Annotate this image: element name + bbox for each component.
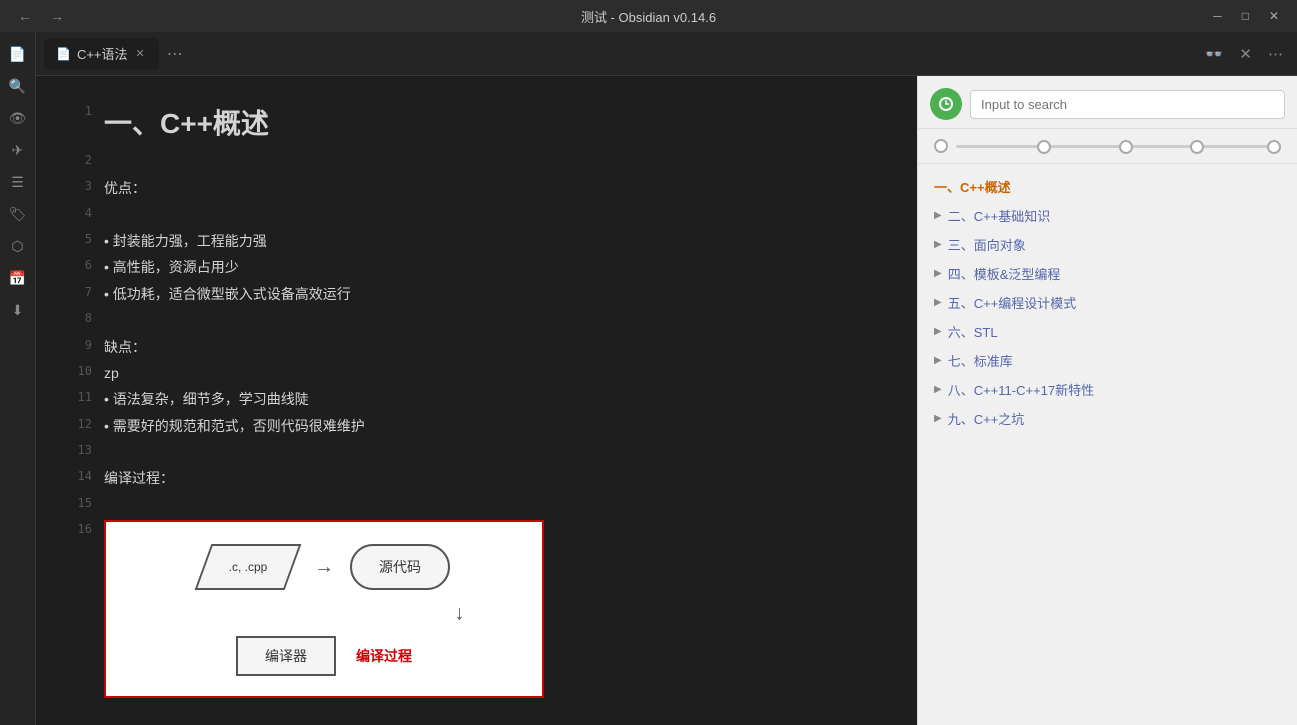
outline-label-6: 七、标准库 — [948, 351, 1281, 370]
nav-forward[interactable]: → — [44, 6, 70, 26]
slider-thumb-start[interactable] — [934, 139, 948, 153]
window-title: 测试 - Obsidian v0.14.6 — [581, 7, 716, 26]
outline-label-3: 四、模板&泛型编程 — [948, 264, 1281, 283]
minimize-btn[interactable]: ─ — [1207, 7, 1228, 25]
line-2: 2 — [76, 149, 877, 175]
editor[interactable]: 1 一、C++概述 2 3 优点： 4 — [36, 76, 917, 725]
outline-arrow-4: ▶ — [934, 297, 942, 308]
tab-bar: 📄 C++语法 ✕ ⋯ 👓 ✕ ⋯ — [36, 32, 1297, 76]
line-1: 1 一、C++概述 — [76, 100, 877, 149]
compile-label: 编译过程： — [104, 465, 877, 491]
search-bar — [918, 76, 1297, 129]
bullet-1: • 封装能力强，工程能力强 — [104, 228, 877, 254]
flowchart-input-label: .c, .cpp — [229, 558, 268, 577]
sidebar-icon-download[interactable]: ⬇ — [4, 296, 32, 324]
tab-more-btn[interactable]: ⋯ — [167, 44, 183, 64]
nav-back[interactable]: ← — [12, 6, 38, 26]
line-12: 12 • 需要好的规范和范式，否则代码很难维护 — [76, 413, 877, 439]
close-btn[interactable]: ✕ — [1263, 7, 1285, 25]
outline-item-7[interactable]: ▶ 八、C++11-C++17新特性 — [918, 375, 1297, 404]
reading-mode-btn[interactable]: 👓 — [1199, 41, 1230, 67]
slider-thumb-4[interactable] — [1190, 140, 1204, 154]
right-panel: › — [917, 76, 1297, 725]
more-options-btn[interactable]: ⋯ — [1262, 41, 1289, 67]
outline-list: 一、C++概述 ▶ 二、C++基础知识 ▶ 三、面向对象 ▶ — [918, 164, 1297, 725]
line-15: 15 — [76, 492, 877, 518]
slider-track[interactable] — [956, 145, 1281, 148]
outline-arrow-8: ▶ — [934, 413, 942, 424]
pros-label: 优点： — [104, 175, 877, 201]
line-9: 9 缺点： — [76, 334, 877, 360]
tab-label: C++语法 — [77, 44, 128, 63]
line-numbers: 1 一、C++概述 2 3 优点： 4 — [76, 100, 877, 700]
sidebar-icon-calendar[interactable]: 📅 — [4, 264, 32, 292]
outline-arrow-1: ▶ — [934, 210, 942, 221]
outline-label-1: 二、C++基础知识 — [948, 206, 1281, 225]
line-13: 13 — [76, 439, 877, 465]
outline-label-7: 八、C++11-C++17新特性 — [948, 380, 1281, 399]
sidebar-icon-file[interactable]: 📄 — [4, 40, 32, 68]
sidebar-icon-eye[interactable]: 👁 — [4, 104, 32, 132]
outline-item-2[interactable]: ▶ 三、面向对象 — [918, 230, 1297, 259]
sidebar-icon-search[interactable]: 🔍 — [4, 72, 32, 100]
tab-file-icon: 📄 — [56, 47, 71, 61]
cons-label: 缺点： — [104, 334, 877, 360]
flowchart-compiler: 编译器 — [236, 636, 336, 676]
outline-item-6[interactable]: ▶ 七、标准库 — [918, 346, 1297, 375]
outline-arrow-2: ▶ — [934, 239, 942, 250]
flow-arrow-1: → — [314, 551, 334, 583]
outline-item-0[interactable]: 一、C++概述 — [918, 172, 1297, 201]
titlebar: ← → 测试 - Obsidian v0.14.6 ─ □ ✕ — [0, 0, 1297, 32]
line-3: 3 优点： — [76, 175, 877, 201]
outline-item-8[interactable]: ▶ 九、C++之坑 — [918, 404, 1297, 433]
slider-container — [918, 129, 1297, 164]
outline-label-5: 六、STL — [948, 322, 1281, 341]
line-8: 8 — [76, 307, 877, 333]
search-refresh-btn[interactable] — [930, 88, 962, 120]
close-panel-btn[interactable]: ✕ — [1233, 41, 1258, 67]
outline-arrow-7: ▶ — [934, 384, 942, 395]
slider-thumb-3[interactable] — [1119, 140, 1133, 154]
slider-thumb-end[interactable] — [1267, 140, 1281, 154]
outline-label-8: 九、C++之坑 — [948, 409, 1281, 428]
outline-item-5[interactable]: ▶ 六、STL — [918, 317, 1297, 346]
bullet-5: • 需要好的规范和范式，否则代码很难维护 — [104, 413, 877, 439]
outline-item-1[interactable]: ▶ 二、C++基础知识 — [918, 201, 1297, 230]
maximize-btn[interactable]: □ — [1236, 7, 1255, 25]
outline-item-3[interactable]: ▶ 四、模板&泛型编程 — [918, 259, 1297, 288]
line-11: 11 • 语法复杂，细节多，学习曲线陡 — [76, 386, 877, 412]
line-4: 4 — [76, 202, 877, 228]
line-7: 7 • 低功耗，适合微型嵌入式设备高效运行 — [76, 281, 877, 307]
line-14: 14 编译过程： — [76, 465, 877, 491]
line-16: 16 .c, .cpp — [76, 518, 877, 700]
heading-cpp-overview: 一、C++概述 — [104, 100, 877, 149]
outline-label-4: 五、C++编程设计模式 — [948, 293, 1281, 312]
search-input[interactable] — [970, 90, 1285, 119]
sidebar-icon-network[interactable]: ⬡ — [4, 232, 32, 260]
outline-arrow-6: ▶ — [934, 355, 942, 366]
outline-label-0: 一、C++概述 — [934, 177, 1281, 196]
bullet-2: • 高性能，资源占用少 — [104, 254, 877, 280]
flowchart-source: 源代码 — [350, 544, 450, 590]
zp-text: zp — [104, 360, 877, 386]
line-10: 10 zp — [76, 360, 877, 386]
tab-close-btn[interactable]: ✕ — [134, 45, 147, 62]
line-5: 5 • 封装能力强，工程能力强 — [76, 228, 877, 254]
sidebar-icon-list[interactable]: ☰ — [4, 168, 32, 196]
flowchart-process-label: 编译过程 — [356, 645, 412, 667]
outline-arrow-3: ▶ — [934, 268, 942, 279]
sidebar-icon-tag[interactable]: 🏷 — [4, 200, 32, 228]
outline-arrow-5: ▶ — [934, 326, 942, 337]
left-sidebar: 📄 🔍 👁 ✈ ☰ 🏷 ⬡ 📅 ⬇ — [0, 32, 36, 725]
line-6: 6 • 高性能，资源占用少 — [76, 254, 877, 280]
slider-thumb-2[interactable] — [1037, 140, 1051, 154]
bullet-4: • 语法复杂，细节多，学习曲线陡 — [104, 386, 877, 412]
flow-arrow-2: → — [446, 604, 478, 624]
bullet-3: • 低功耗，适合微型嵌入式设备高效运行 — [104, 281, 877, 307]
outline-label-2: 三、面向对象 — [948, 235, 1281, 254]
sidebar-icon-send[interactable]: ✈ — [4, 136, 32, 164]
tab-cpp-syntax[interactable]: 📄 C++语法 ✕ — [44, 38, 159, 69]
outline-item-4[interactable]: ▶ 五、C++编程设计模式 — [918, 288, 1297, 317]
refresh-icon — [938, 96, 954, 112]
